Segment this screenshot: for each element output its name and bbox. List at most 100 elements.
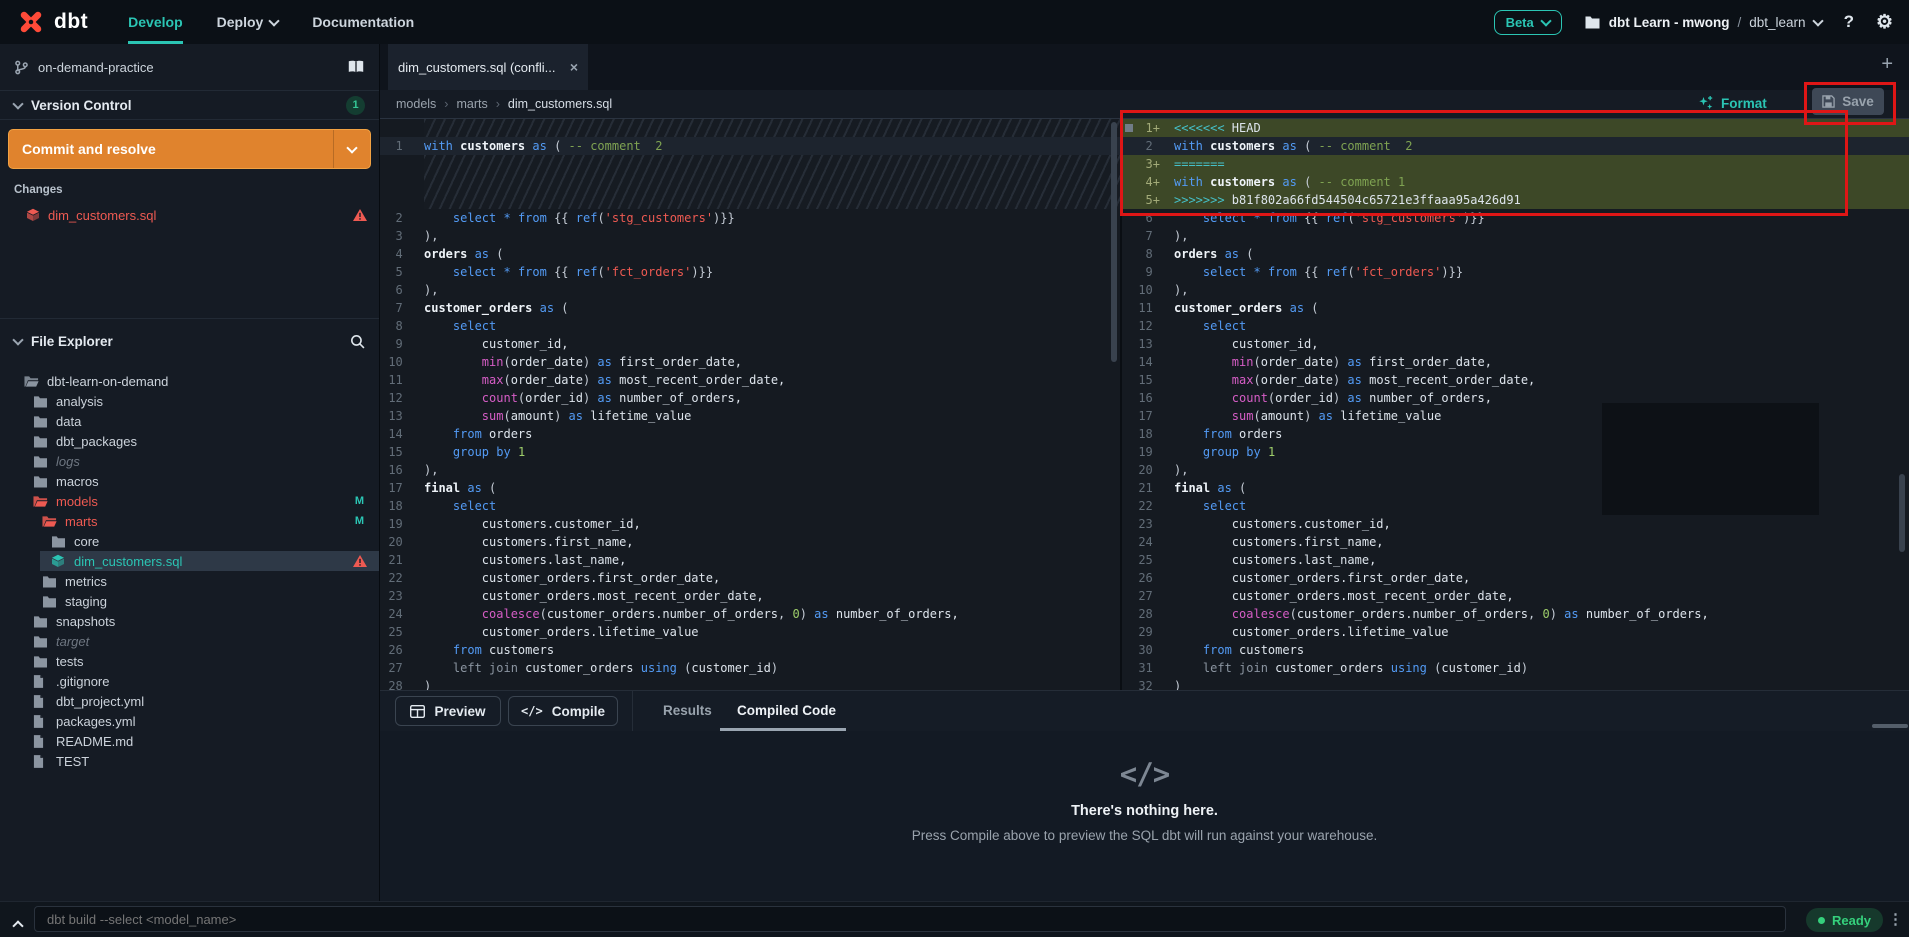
code-line[interactable]: 13 sum(amount) as lifetime_value [380,407,1120,425]
code-line[interactable]: 1+<<<<<<< HEAD [1122,119,1909,137]
nav-item-develop[interactable]: Develop [128,0,182,44]
code-line[interactable]: 4 orders as ( [380,245,1120,263]
docs-book-icon[interactable] [347,60,365,74]
compile-button[interactable]: </> Compile [508,696,618,726]
code-line[interactable]: 5 select * from {{ ref('fct_orders')}} [380,263,1120,281]
code-line[interactable]: 27 customer_orders.most_recent_order_dat… [1122,587,1909,605]
help-icon[interactable]: ? [1844,12,1854,32]
code-line[interactable]: 21 customers.last_name, [380,551,1120,569]
code-line[interactable]: 27 left join customer_orders using (cust… [380,659,1120,677]
editor-pane-left[interactable]: 1 with customers as ( -- comment 2 2 sel… [380,119,1120,690]
search-icon[interactable] [350,334,365,349]
tree-item--gitignore[interactable]: .gitignore [0,671,379,691]
gear-icon[interactable]: ⚙ [1876,11,1893,34]
format-button[interactable]: Format [1698,88,1767,118]
code-line[interactable]: 23 customer_orders.most_recent_order_dat… [380,587,1120,605]
code-line[interactable]: 2 select * from {{ ref('stg_customers')}… [380,209,1120,227]
code-line[interactable]: 24 customers.first_name, [1122,533,1909,551]
code-line[interactable]: 7 customer_orders as ( [380,299,1120,317]
tree-item-dim-customers-sql[interactable]: dim_customers.sql [0,551,379,571]
code-line[interactable]: 5+>>>>>>> b81f802a66fd544504c65721e3ffaa… [1122,191,1909,209]
breadcrumb-item[interactable]: marts [456,97,487,111]
version-control-header[interactable]: Version Control 1 [0,91,379,120]
tree-item-models[interactable]: modelsM [0,491,379,511]
code-line[interactable]: 15 group by 1 [380,443,1120,461]
code-line[interactable]: 15 max(order_date) as most_recent_order_… [1122,371,1909,389]
code-line[interactable]: 12 select [1122,317,1909,335]
dbt-logo-icon[interactable] [16,7,46,37]
code-line[interactable]: 20 customers.first_name, [380,533,1120,551]
save-button[interactable]: Save [1812,88,1884,115]
code-line[interactable]: 1 with customers as ( -- comment 2 [380,137,1120,155]
fold-marker[interactable] [1125,124,1133,132]
code-line[interactable]: 28 ) [380,677,1120,690]
branch-row[interactable]: on-demand-practice [0,44,379,91]
code-line[interactable]: 19 customers.customer_id, [380,515,1120,533]
code-line[interactable]: 18 select [380,497,1120,515]
code-line[interactable]: 8 select [380,317,1120,335]
changed-file-item[interactable]: dim_customers.sql [0,204,379,226]
code-line[interactable]: 3 ), [380,227,1120,245]
code-line[interactable]: 4+with customers as ( -- comment 1 [1122,173,1909,191]
breadcrumb-item[interactable]: dim_customers.sql [508,97,612,111]
code-line[interactable]: 17 final as ( [380,479,1120,497]
code-line[interactable]: 3+======= [1122,155,1909,173]
code-line[interactable]: 31 left join customer_orders using (cust… [1122,659,1909,677]
code-line[interactable]: 30 from customers [1122,641,1909,659]
tree-item-readme-md[interactable]: README.md [0,731,379,751]
code-line[interactable]: 11 max(order_date) as most_recent_order_… [380,371,1120,389]
code-line[interactable]: 9 customer_id, [380,335,1120,353]
tree-item-macros[interactable]: macros [0,471,379,491]
code-line[interactable]: 14 from orders [380,425,1120,443]
code-line[interactable]: 8 orders as ( [1122,245,1909,263]
tree-item-metrics[interactable]: metrics [0,571,379,591]
preview-button[interactable]: Preview [395,696,501,726]
code-line[interactable]: 6 select * from {{ ref('stg_customers')}… [1122,209,1909,227]
beta-badge[interactable]: Beta [1494,10,1562,35]
tree-item-core[interactable]: core [0,531,379,551]
code-line[interactable]: 14 min(order_date) as first_order_date, [1122,353,1909,371]
code-line[interactable]: 23 customers.customer_id, [1122,515,1909,533]
tree-item-marts[interactable]: martsM [0,511,379,531]
commit-dropdown[interactable] [333,130,370,168]
tree-item-tests[interactable]: tests [0,651,379,671]
code-line[interactable]: 25 customers.last_name, [1122,551,1909,569]
new-tab-plus-icon[interactable]: + [1881,53,1893,76]
tree-item-logs[interactable]: logs [0,451,379,471]
tree-item-dbt-project-yml[interactable]: dbt_project.yml [0,691,379,711]
status-badge[interactable]: Ready [1806,908,1883,932]
tree-item-analysis[interactable]: analysis [0,391,379,411]
code-line[interactable]: 9 select * from {{ ref('fct_orders')}} [1122,263,1909,281]
tree-item-dbt-learn-on-demand[interactable]: dbt-learn-on-demand [0,371,379,391]
code-line[interactable]: 10 ), [1122,281,1909,299]
code-line[interactable]: 11 customer_orders as ( [1122,299,1909,317]
collapse-chevron-icon[interactable] [14,917,22,935]
tree-item-data[interactable]: data [0,411,379,431]
kebab-menu-icon[interactable]: ⋮ [1888,910,1903,928]
code-line[interactable]: 24 coalesce(customer_orders.number_of_or… [380,605,1120,623]
code-line[interactable]: 22 customer_orders.first_order_date, [380,569,1120,587]
tree-item-dbt-packages[interactable]: dbt_packages [0,431,379,451]
tab-results[interactable]: Results [663,691,712,731]
tab-close-icon[interactable]: × [570,59,578,75]
toolbar-scrollbar[interactable] [1872,724,1908,728]
code-line[interactable]: 25 customer_orders.lifetime_value [380,623,1120,641]
repo-selector[interactable]: dbt Learn - mwong / dbt_learn [1584,15,1822,30]
code-line[interactable]: 32 ) [1122,677,1909,690]
breadcrumb-item[interactable]: models [396,97,436,111]
tree-item-packages-yml[interactable]: packages.yml [0,711,379,731]
right-pane-scrollbar[interactable] [1899,474,1905,552]
nav-item-documentation[interactable]: Documentation [312,0,414,44]
command-input[interactable] [34,906,1786,932]
code-line[interactable]: 16 ), [380,461,1120,479]
code-line[interactable]: 12 count(order_id) as number_of_orders, [380,389,1120,407]
code-line[interactable]: 6 ), [380,281,1120,299]
editor-tab-dim-customers[interactable]: dim_customers.sql (confli... × [388,44,588,90]
commit-resolve-button[interactable]: Commit and resolve [8,129,371,169]
code-line[interactable]: 10 min(order_date) as first_order_date, [380,353,1120,371]
tree-item-target[interactable]: target [0,631,379,651]
code-line[interactable]: 26 from customers [380,641,1120,659]
code-line[interactable]: 28 coalesce(customer_orders.number_of_or… [1122,605,1909,623]
code-line[interactable]: 29 customer_orders.lifetime_value [1122,623,1909,641]
code-line[interactable]: 26 customer_orders.first_order_date, [1122,569,1909,587]
